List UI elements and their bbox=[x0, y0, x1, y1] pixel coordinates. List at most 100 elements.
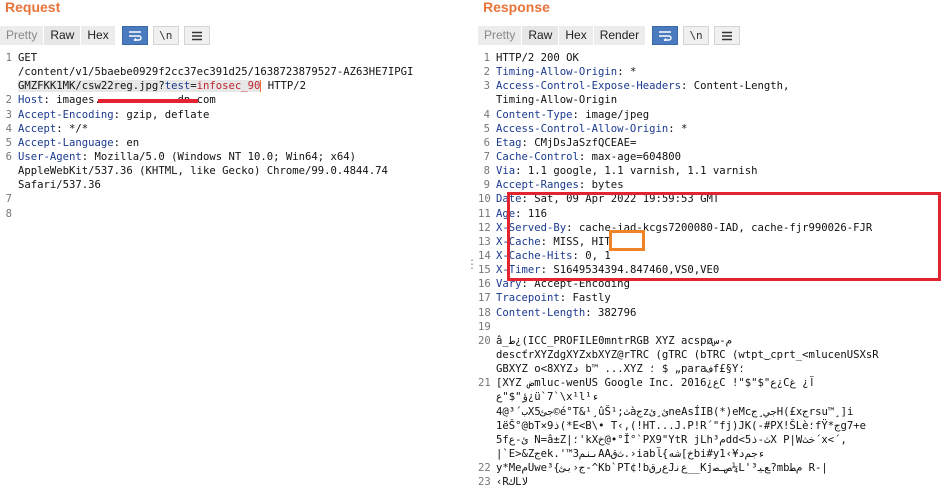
word-wrap-icon bbox=[658, 30, 672, 41]
line-number: 13 bbox=[478, 235, 491, 248]
code-line: 3 Accept-Encoding: gzip, deflate bbox=[0, 108, 460, 122]
request-view-tabs: Pretty Raw Hex \n bbox=[0, 26, 210, 45]
response-tab-pretty[interactable]: Pretty bbox=[478, 26, 523, 45]
word-wrap-icon bbox=[128, 30, 142, 41]
code-line: 4@ب´³Xجئ5©é°T&¹¸ûŠث;¹àجzئ¸ئneAsÍIB(*)eMc… bbox=[478, 405, 946, 419]
code-line: 17 Tracepoint: Fastly bbox=[478, 291, 946, 305]
request-title: Request bbox=[5, 0, 61, 15]
code-token: GMZFKK1MK/csw22reg.jpg? bbox=[18, 80, 165, 93]
line-number: 9 bbox=[483, 179, 490, 192]
line-number: 16 bbox=[478, 278, 491, 291]
request-pane: Request Pretty Raw Hex \n 1 GET/content/v… bbox=[0, 0, 460, 485]
code-token: Cache-Control bbox=[496, 150, 579, 163]
line-number: 5 bbox=[483, 122, 490, 135]
line-number: 6 bbox=[5, 150, 12, 163]
code-token: Access-Control-Expose-Headers bbox=[496, 80, 681, 93]
code-token: : * bbox=[617, 66, 637, 79]
response-tab-hex[interactable]: Hex bbox=[559, 26, 594, 45]
code-token: [XYZ ضmluc-wenUS Google Inc. 201ع¿6C !"$… bbox=[496, 377, 815, 390]
code-line: /content/v1/5baebe0929f2cc37ec391d25/163… bbox=[0, 65, 460, 79]
request-tab-raw[interactable]: Raw bbox=[44, 26, 82, 45]
response-pane: Response Pretty Raw Hex Render \n 1 HTTP/… bbox=[478, 0, 946, 485]
code-line: 3 Access-Control-Expose-Headers: Content-… bbox=[478, 79, 946, 93]
hamburger-menu-icon bbox=[721, 31, 733, 41]
code-token: : en bbox=[113, 136, 140, 149]
code-token: Via bbox=[496, 165, 516, 178]
code-line: |`E>&Zجek.'™ىنم3AAثﻕ.›iabخ]شه}ﺂbi#y1‹¥ءج… bbox=[478, 447, 946, 461]
response-tab-render[interactable]: Render bbox=[593, 26, 647, 45]
code-token: GBXYZ o<8XYZد b™ ...XYZ ؛ $ „paraفf£§Y؛ bbox=[496, 363, 745, 376]
line-number: 12 bbox=[478, 221, 491, 234]
code-token: 5fئ-ﻉ N=â±Z|؛'kXخ@•°Ǐ°`PX9"YtR jLh³مdd<ث… bbox=[496, 433, 847, 446]
line-number: 14 bbox=[478, 249, 491, 262]
code-line: 19 bbox=[478, 320, 946, 334]
pane-splitter-handle[interactable]: ⋮ bbox=[466, 258, 478, 278]
code-line: 2 Timing-Allow-Origin: * bbox=[478, 65, 946, 79]
code-token: : CMjDsJaSzfQCEAE= bbox=[521, 136, 637, 149]
code-token: = bbox=[190, 80, 197, 93]
code-line: Timing-Allow-Origin bbox=[478, 93, 946, 107]
code-line: 8 bbox=[0, 207, 460, 221]
code-token: Tracepoint bbox=[496, 292, 560, 305]
code-token: Accept bbox=[18, 122, 57, 135]
code-line: ؤ"$"ع¿ü`7`\x¹l¹ء bbox=[478, 390, 946, 404]
request-newline-button[interactable]: \n bbox=[152, 26, 179, 45]
code-line: 5 Access-Control-Allow-Origin: * bbox=[478, 122, 946, 136]
code-line: 23 ‹RكLلا bbox=[478, 475, 946, 485]
code-token: : */* bbox=[56, 122, 89, 135]
line-number: 2 bbox=[5, 94, 12, 107]
code-token: Timing-Allow-Origin bbox=[496, 94, 618, 107]
code-token: : 382796 bbox=[585, 306, 637, 319]
newline-icon: \n bbox=[159, 29, 173, 42]
code-token: Content-Type bbox=[496, 108, 573, 121]
line-number: 7 bbox=[483, 150, 490, 163]
code-line: 21 [XYZ ضmluc-wenUS Google Inc. 201ع¿6C !… bbox=[478, 376, 946, 390]
line-number: 18 bbox=[478, 306, 491, 319]
line-number: 3 bbox=[483, 80, 490, 93]
line-number: 1 bbox=[483, 52, 490, 64]
request-wrap-button[interactable] bbox=[121, 26, 148, 45]
line-number: 10 bbox=[478, 193, 491, 206]
line-number: 22 bbox=[478, 462, 491, 475]
line-number: 11 bbox=[478, 207, 491, 220]
request-editor[interactable]: 1 GET/content/v1/5baebe0929f2cc37ec391d25… bbox=[0, 51, 460, 485]
code-line: 5 Accept-Language: en bbox=[0, 136, 460, 150]
line-number: 19 bbox=[478, 320, 491, 333]
line-number: 17 bbox=[478, 292, 491, 305]
code-token: : Content-Length, bbox=[680, 80, 790, 93]
code-token: : 1.1 google, 1.1 varnish, 1.1 varnish bbox=[515, 165, 758, 178]
line-number: 20 bbox=[478, 334, 491, 347]
code-token: Accept-Ranges bbox=[496, 179, 579, 192]
response-menu-button[interactable] bbox=[714, 26, 741, 45]
response-tab-raw[interactable]: Raw bbox=[522, 26, 560, 45]
code-token: : Fastly bbox=[559, 292, 611, 305]
code-line: 8 Via: 1.1 google, 1.1 varnish, 1.1 varni… bbox=[478, 164, 946, 178]
code-token: ‹RكLلا bbox=[496, 476, 528, 485]
code-line: 4 Accept: */* bbox=[0, 122, 460, 136]
code-token: Timing-Allow-Origin bbox=[496, 66, 618, 79]
request-menu-button[interactable] bbox=[183, 26, 210, 45]
code-token: AppleWebKit/537.36 (KHTML, like Gecko) C… bbox=[18, 165, 388, 178]
newline-icon: \n bbox=[689, 29, 703, 42]
code-token: : * bbox=[668, 122, 688, 135]
code-token: 4@ب´³Xجئ5©é°T&¹¸ûŠث;¹àجzئ¸ئneAsÍIB(*)eMc… bbox=[496, 405, 854, 418]
request-tab-hex[interactable]: Hex bbox=[81, 26, 116, 45]
line-number: 6 bbox=[483, 136, 490, 149]
code-token: : images. bbox=[43, 94, 101, 107]
response-newline-button[interactable]: \n bbox=[683, 26, 710, 45]
highlight-box-hit bbox=[609, 230, 645, 251]
code-line: 4 Content-Type: image/jpeg bbox=[478, 108, 946, 122]
response-wrap-button[interactable] bbox=[652, 26, 679, 45]
code-line: 7 Cache-Control: max-age=604800 bbox=[478, 150, 946, 164]
line-number: 3 bbox=[5, 108, 12, 121]
code-token: User-Agent bbox=[18, 150, 82, 163]
code-token: : image/jpeg bbox=[572, 108, 650, 121]
code-token: ؤ"$"ع¿ü`7`\x¹l¹ء bbox=[496, 391, 599, 404]
code-token: Etag bbox=[496, 136, 522, 149]
request-tab-pretty[interactable]: Pretty bbox=[0, 26, 45, 45]
code-line: 1ëŠ°@bT×9ذ(*E<B\• T‹,(!HT...J.P!R´"fj)JK… bbox=[478, 419, 946, 433]
code-line: Safari/537.36 bbox=[0, 178, 460, 192]
code-token: GET bbox=[18, 52, 38, 64]
code-line: GBXYZ o<8XYZد b™ ...XYZ ؛ $ „paraفf£§Y؛ bbox=[478, 362, 946, 376]
line-number: 4 bbox=[483, 108, 490, 121]
